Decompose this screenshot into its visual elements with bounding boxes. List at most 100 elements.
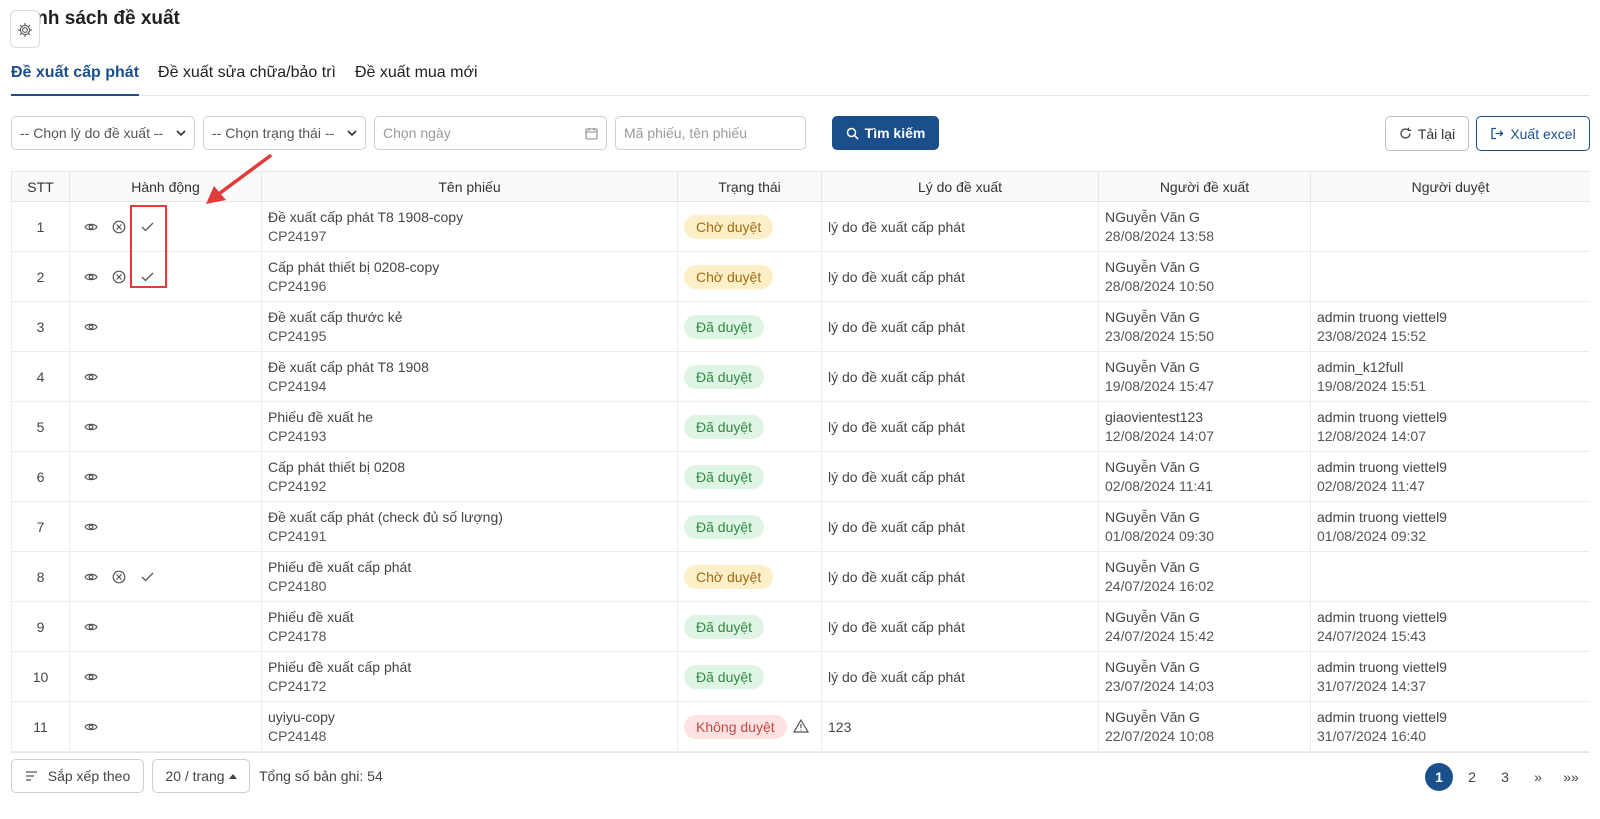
row-action-view[interactable] — [82, 718, 100, 736]
date-input[interactable]: Chọn ngày — [374, 116, 607, 150]
approved-time: 23/08/2024 15:52 — [1317, 327, 1426, 344]
cell-status: Đã duyệt — [677, 301, 822, 352]
proposal-code: CP24192 — [268, 477, 327, 494]
sort-button[interactable]: Sắp xếp theo — [11, 759, 144, 793]
keyword-input[interactable]: Mã phiếu, tên phiếu — [615, 116, 806, 150]
row-action-reject[interactable] — [110, 268, 128, 286]
settings-button[interactable] — [10, 10, 40, 48]
status-badge: Không duyệt — [684, 714, 787, 739]
status-select[interactable]: -- Chọn trạng thái -- — [203, 116, 366, 150]
cell-name: Đề xuất cấp phát (check đủ số lượng) CP24… — [261, 501, 678, 552]
proposal-code: CP24195 — [268, 327, 327, 344]
cell-status: Đã duyệt — [677, 651, 822, 702]
annotation-arrow-icon — [206, 154, 272, 204]
pagination: 1 2 3 » »» — [1425, 763, 1590, 791]
proposal-name: Cấp phát thiết bị 0208 — [268, 458, 405, 475]
warning-icon[interactable] — [792, 719, 809, 736]
sort-lines-icon — [25, 771, 37, 781]
tab-repair[interactable]: Đề xuất sửa chữa/bảo trì — [158, 60, 336, 96]
status-badge: Chờ duyệt — [684, 564, 774, 589]
cell-stt: 7 — [11, 501, 70, 552]
proposer-name: NGuyễn Văn G — [1105, 708, 1200, 725]
row-action-view[interactable] — [82, 418, 100, 436]
cell-stt: 3 — [11, 301, 70, 352]
cell-approver: admin truong viettel9 31/07/2024 16:40 — [1310, 701, 1590, 752]
table-row: 5 Phiếu đề xuất he CP24193 Đã duyệt lý do đề… — [11, 401, 1590, 452]
cell-status: Đã duyệt — [677, 501, 822, 552]
row-action-view[interactable] — [82, 368, 100, 386]
row-action-view[interactable] — [82, 318, 100, 336]
cell-reason: lý do đề xuất cấp phát — [821, 351, 1099, 402]
reload-button[interactable]: Tải lại — [1385, 116, 1469, 151]
next-page-button[interactable]: » — [1524, 763, 1552, 791]
chevron-down-icon — [347, 130, 357, 137]
proposal-name: Phiếu đề xuất — [268, 608, 354, 625]
col-header-name: Tên phiếu — [261, 171, 678, 202]
proposal-code: CP24172 — [268, 677, 327, 694]
tab-purchase[interactable]: Đề xuất mua mới — [355, 60, 478, 96]
proposer-name: NGuyễn Văn G — [1105, 208, 1200, 225]
proposal-name: uyiyu-copy — [268, 708, 335, 725]
approver-name: admin truong viettel9 — [1317, 408, 1447, 425]
page-button-2[interactable]: 2 — [1458, 763, 1486, 791]
page-size-select[interactable]: 20 / trang — [152, 759, 250, 793]
page-size-value: 20 / trang — [165, 768, 225, 784]
proposal-name: Phiếu đề xuất he — [268, 408, 374, 425]
cell-actions — [69, 501, 262, 552]
highlight-annotation-box — [130, 205, 167, 288]
cell-actions — [69, 651, 262, 702]
cell-name: Cấp phát thiết bị 0208 CP24192 — [261, 451, 678, 502]
approver-name: admin truong viettel9 — [1317, 658, 1447, 675]
proposal-name: Đề xuất cấp phát T8 1908 — [268, 358, 429, 375]
row-action-approve[interactable] — [138, 568, 156, 586]
col-header-reason: Lý do đề xuất — [821, 171, 1099, 202]
row-action-reject[interactable] — [110, 218, 128, 236]
export-excel-button[interactable]: Xuất excel — [1476, 116, 1590, 151]
cell-stt: 8 — [11, 551, 70, 602]
col-header-status: Trạng thái — [677, 171, 822, 202]
status-badge: Đã duyệt — [684, 314, 765, 339]
proposal-code: CP24193 — [268, 427, 327, 444]
search-button[interactable]: Tìm kiếm — [832, 116, 939, 150]
page-button-3[interactable]: 3 — [1491, 763, 1519, 791]
reload-button-label: Tải lại — [1417, 125, 1456, 142]
eye-icon — [84, 622, 98, 632]
reason-select[interactable]: -- Chọn lý do đề xuất -- — [11, 116, 195, 150]
row-action-view[interactable] — [82, 668, 100, 686]
page-button-1[interactable]: 1 — [1425, 763, 1453, 791]
row-action-view[interactable] — [82, 568, 100, 586]
cell-status: Đã duyệt — [677, 451, 822, 502]
cell-status: Chờ duyệt — [677, 251, 822, 302]
eye-icon — [84, 522, 98, 532]
circle-x-icon — [112, 220, 126, 234]
cell-status: Đã duyệt — [677, 601, 822, 652]
proposer-name: NGuyễn Văn G — [1105, 258, 1200, 275]
row-action-view[interactable] — [82, 618, 100, 636]
cell-actions — [69, 301, 262, 352]
cell-approver: admin truong viettel9 24/07/2024 15:43 — [1310, 601, 1590, 652]
tab-bar: Đề xuất cấp phát Đề xuất sửa chữa/bảo tr… — [11, 60, 1590, 96]
table-row: 11 uyiyu-copy CP24148 Không duyệt 123 NGuyễn … — [11, 701, 1590, 752]
refresh-icon — [1400, 127, 1411, 139]
tab-allocation[interactable]: Đề xuất cấp phát — [11, 60, 140, 96]
table-row: 3 Đề xuất cấp thước kẻ CP24195 Đã duyệt lý d… — [11, 301, 1590, 352]
proposed-time: 24/07/2024 16:02 — [1105, 577, 1214, 594]
eye-icon — [84, 322, 98, 332]
row-action-view[interactable] — [82, 518, 100, 536]
cell-actions — [69, 451, 262, 502]
approver-name: admin truong viettel9 — [1317, 608, 1447, 625]
row-action-view[interactable] — [82, 218, 100, 236]
row-action-view[interactable] — [82, 268, 100, 286]
row-action-reject[interactable] — [110, 568, 128, 586]
cell-reason: 123 — [821, 701, 1099, 752]
approved-time: 01/08/2024 09:32 — [1317, 527, 1426, 544]
cell-reason: lý do đề xuất cấp phát — [821, 501, 1099, 552]
table-row: 9 Phiếu đề xuất CP24178 Đã duyệt lý do đề xu… — [11, 601, 1590, 652]
proposed-time: 22/07/2024 10:08 — [1105, 727, 1214, 744]
proposed-time: 12/08/2024 14:07 — [1105, 427, 1214, 444]
proposal-name: Đề xuất cấp thước kẻ — [268, 308, 403, 325]
approver-name: admin truong viettel9 — [1317, 508, 1447, 525]
search-icon — [846, 127, 859, 139]
row-action-view[interactable] — [82, 468, 100, 486]
last-page-button[interactable]: »» — [1557, 763, 1585, 791]
